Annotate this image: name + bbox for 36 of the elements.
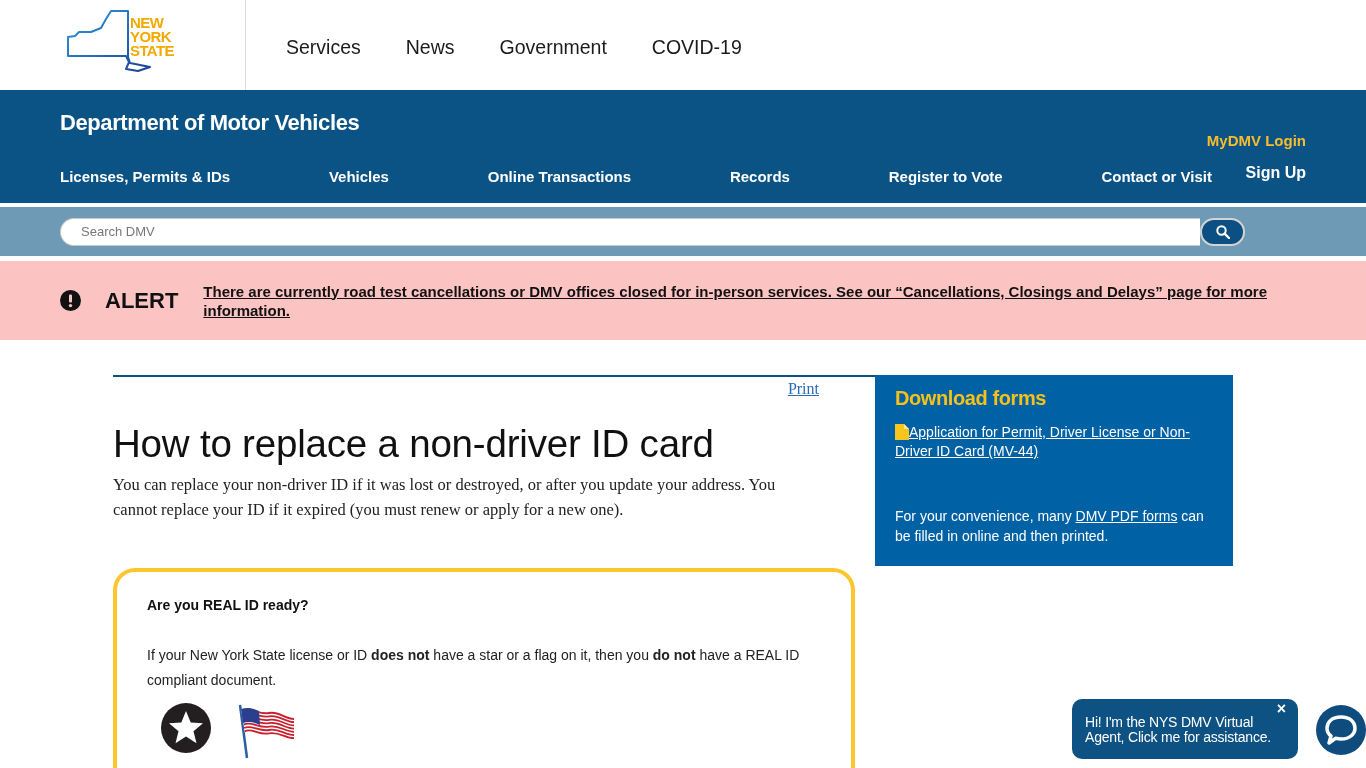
chat-message: Hi! I'm the NYS DMV Virtual Agent, Click me for assistance. xyxy=(1085,715,1272,745)
speech-bubble-icon xyxy=(1324,714,1358,746)
search-button[interactable] xyxy=(1200,217,1245,246)
form-link[interactable]: Application for Permit, Driver License or Non-Driver ID Card (MV-44) xyxy=(895,423,1213,461)
notice-text: If your New York State license or ID does not have a star or a flag on it, then you do not have a REAL ID compliant document. xyxy=(147,646,801,690)
chat-button[interactable] xyxy=(1316,705,1366,755)
search-field[interactable]: Search DMV xyxy=(60,217,1200,246)
alert-label: ALERT xyxy=(105,287,179,314)
alert-message-link[interactable]: There are currently road test cancellations or DMV offices closed for in-person services. See our “Cancellations, Closings and Delays” page for more information. xyxy=(203,281,1284,320)
agency-nav-link[interactable]: Vehicles xyxy=(328,167,389,187)
alert-icon xyxy=(60,290,81,311)
logo-wordmark: NEW YORK STATE xyxy=(130,16,174,58)
agency-nav-link[interactable]: Records xyxy=(729,167,790,187)
flag-icon xyxy=(237,703,295,759)
forms-note: For your convenience, many DMV PDF forms can be filled in online and then printed. xyxy=(895,507,1205,546)
document-icon xyxy=(895,424,909,440)
sign-up-link[interactable]: Sign Up xyxy=(1245,163,1306,183)
notice-heading: Are you REAL ID ready? xyxy=(147,596,310,615)
header-nav-link[interactable]: COVID-19 xyxy=(651,35,742,59)
header-nav-link[interactable]: News xyxy=(405,35,455,59)
intro-paragraph: You can replace your non-driver ID if it was lost or destroyed, or after you update your address. You cannot replace your ID if it expired (you must renew or apply for a new one). xyxy=(113,474,777,521)
login-link[interactable]: MyDMV Login xyxy=(1206,131,1306,151)
agency-title[interactable]: Department of Motor Vehicles xyxy=(60,110,360,136)
header-nav-link[interactable]: Services xyxy=(286,35,361,59)
panel-title: Download forms xyxy=(895,386,1048,411)
pdf-forms-link[interactable]: DMV PDF forms xyxy=(1075,508,1178,524)
agency-nav-link[interactable]: Online Transactions xyxy=(487,167,632,187)
agency-nav-link[interactable]: Licenses, Permits & IDs xyxy=(60,167,231,187)
page-title: How to replace a non-driver ID card xyxy=(113,422,715,466)
header-nav-link[interactable]: Government xyxy=(499,35,607,59)
print-link[interactable]: Print xyxy=(787,380,819,398)
agency-nav-link[interactable]: Register to Vote xyxy=(888,167,1003,187)
chat-prompt-bubble[interactable]: Hi! I'm the NYS DMV Virtual Agent, Click me for assistance. × xyxy=(1072,699,1298,759)
search-icon xyxy=(1215,224,1230,239)
agency-nav-link[interactable]: Contact or Visit xyxy=(1101,167,1212,187)
close-button[interactable]: × xyxy=(1276,701,1286,717)
